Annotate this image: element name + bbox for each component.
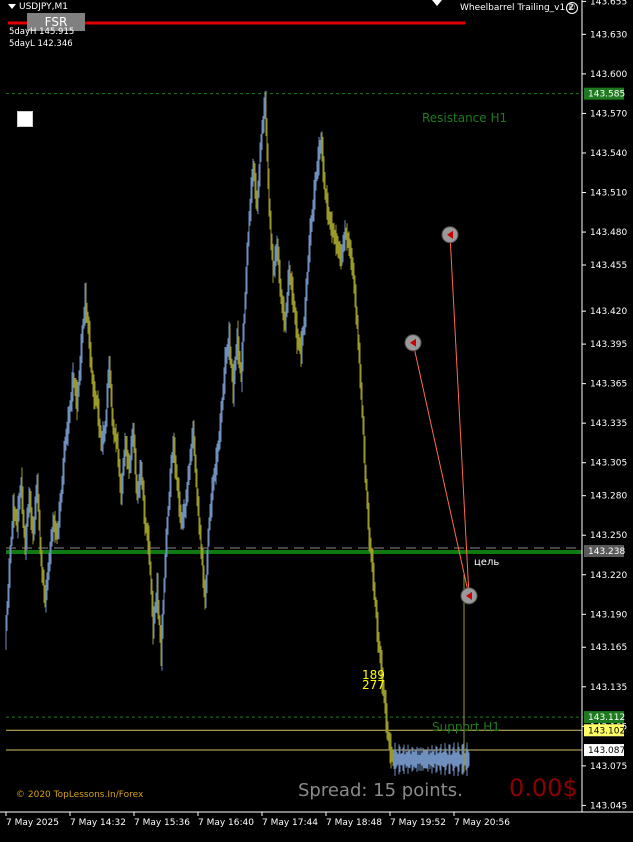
price-box-label: 143.112 <box>588 713 625 723</box>
x-tick-label: 7 May 16:40 <box>198 818 254 828</box>
y-tick-label: 143.395 <box>590 340 627 350</box>
y-tick-label: 143.600 <box>590 70 627 80</box>
x-tick-label: 7 May 19:52 <box>390 818 446 828</box>
symbol-text: USDJPY,M1 <box>19 2 68 12</box>
x-tick-label: 7 May 14:32 <box>70 818 126 828</box>
price-bars <box>5 90 470 777</box>
target-label: цель <box>474 557 500 568</box>
trade-trend-line <box>449 234 470 596</box>
y-tick-label: 143.420 <box>590 307 627 317</box>
y-tick-label: 143.510 <box>590 189 627 199</box>
y-tick-label: 143.280 <box>590 492 627 502</box>
spread-text: Spread: 15 points. <box>298 780 463 801</box>
y-tick-label: 143.250 <box>590 531 627 541</box>
dropdown-triangle-icon[interactable] <box>8 4 16 9</box>
price-box-label: 143.238 <box>588 547 625 557</box>
x-tick-label: 7 May 15:36 <box>134 818 190 828</box>
profit-text: 0.00$ <box>509 774 578 802</box>
y-tick-label: 143.220 <box>590 571 627 581</box>
y-tick-label: 143.630 <box>590 30 627 40</box>
x-tick-label: 7 May 18:48 <box>326 818 382 828</box>
symbol-label[interactable]: USDJPY,M1 <box>8 2 68 12</box>
y-tick-label: 143.540 <box>590 149 627 159</box>
y-tick-label: 143.570 <box>590 109 627 119</box>
trade-trend-line <box>412 342 470 596</box>
toggle-checkbox[interactable] <box>17 111 33 127</box>
price-box-label: 143.102 <box>588 726 625 736</box>
count-b: 277 <box>362 678 385 692</box>
trend-lines <box>412 234 470 596</box>
trade-marker[interactable] <box>404 334 422 352</box>
resistance-label: Resistance H1 <box>422 111 508 125</box>
five-day-low: 5dayL 142.346 <box>9 39 73 49</box>
level-lines <box>6 21 582 751</box>
y-tick-label: 143.190 <box>590 610 627 620</box>
y-tick-label: 143.335 <box>590 419 627 429</box>
y-tick-label: 143.075 <box>590 762 627 772</box>
indicator-name: Wheelbarrel Trailing_v1.2 <box>460 3 574 13</box>
trade-marker[interactable] <box>441 226 459 244</box>
copyright-icon: © <box>566 2 578 14</box>
y-tick-label: 143.135 <box>590 683 627 693</box>
price-box-label: 143.585 <box>588 90 625 100</box>
time-axis: 7 May 2025 7 May 14:32 7 May 15:36 7 May 16… <box>0 811 633 828</box>
y-tick-label: 143.480 <box>590 228 627 238</box>
x-tick-label: 7 May 17:44 <box>262 818 318 828</box>
y-tick-label: 143.365 <box>590 380 627 390</box>
y-tick-label: 143.455 <box>590 261 627 271</box>
scroll-marker-icon[interactable] <box>432 0 442 6</box>
price-box-label: 143.087 <box>588 746 625 756</box>
copyright-text: © 2020 TopLessons.In/Forex <box>16 790 144 800</box>
y-tick-label: 143.305 <box>590 459 627 469</box>
support-label: Support H1 <box>432 720 500 734</box>
y-tick-label: 143.165 <box>590 643 627 653</box>
x-tick-label: 7 May 20:56 <box>454 818 510 828</box>
y-tick-label: 143.655 <box>590 0 627 7</box>
price-chart[interactable]: 143.655 143.630 143.600 143.570 143.540 143.5… <box>0 0 633 842</box>
trade-marker[interactable] <box>460 587 478 605</box>
x-tick-label: 7 May 2025 <box>6 818 59 828</box>
five-day-high: 5dayH 145.915 <box>9 27 75 37</box>
y-tick-label: 143.045 <box>590 801 627 811</box>
